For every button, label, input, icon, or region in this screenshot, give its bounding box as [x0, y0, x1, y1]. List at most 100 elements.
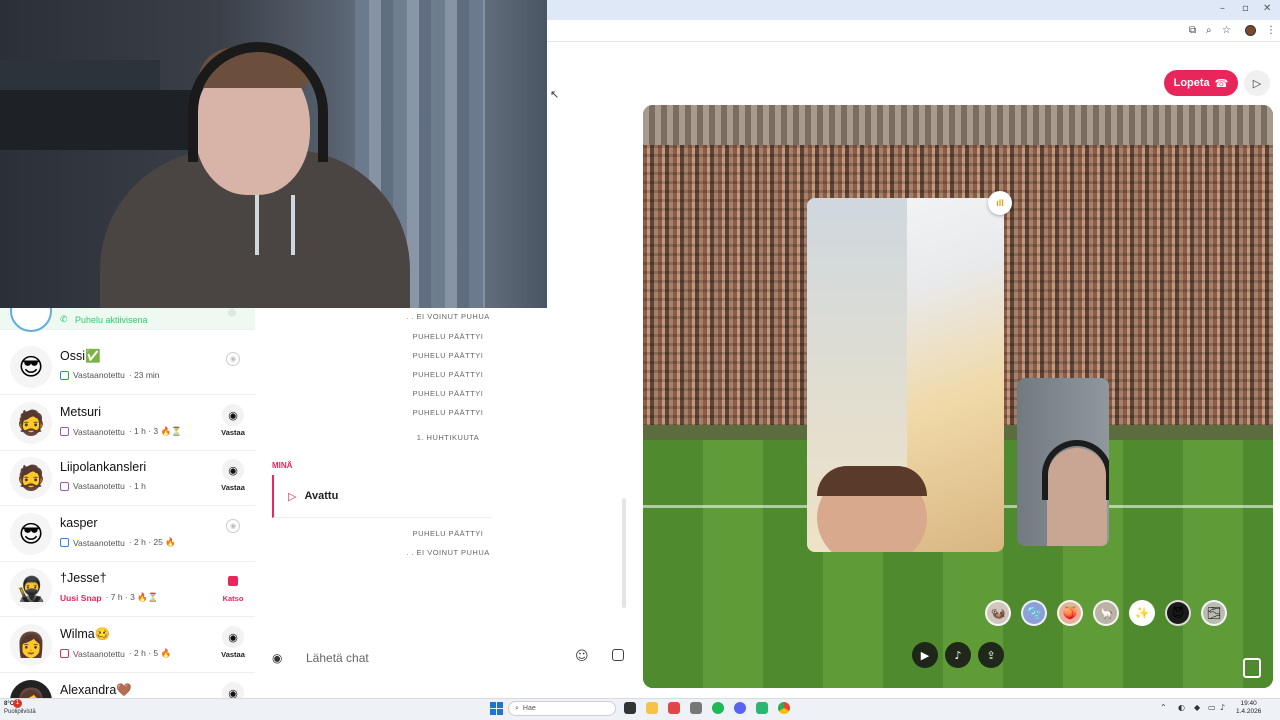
system-message: . . EI VOINUT PUHUA	[406, 548, 490, 557]
system-message: PUHELU PÄÄTTYI	[412, 332, 484, 341]
chat-name: Ossi✅	[60, 349, 101, 363]
taskbar-search[interactable]: ⌕ Hae	[508, 701, 616, 716]
chat-row-ossi[interactable]: 😎 Ossi✅ Vastaanotettu · 23 min ◉	[0, 340, 255, 395]
avatar: 👩	[10, 624, 52, 666]
chat-row-alexandra[interactable]: 👩 Alexandra🤎 ◉	[0, 674, 255, 698]
video-toggle-button[interactable]: ▶	[912, 642, 938, 668]
tray-expand-icon[interactable]: ⌃	[1160, 703, 1167, 712]
remote-video-tile[interactable]	[807, 198, 1004, 552]
system-message: PUHELU PÄÄTTYI	[412, 370, 484, 379]
system-message: . . EI VOINUT PUHUA	[406, 312, 490, 321]
reply-button[interactable]: ◉ Vastaa	[220, 626, 246, 659]
chat-status: Vastaanotettu · 23 min	[60, 370, 160, 380]
chat-row-liipolankansleri[interactable]: 🧔 Liipolankansleri Vastaanotettu · 1 h ◉…	[0, 451, 255, 506]
camera-reply-button[interactable]: ◉	[220, 348, 246, 366]
chat-row-kasper[interactable]: 😎 kasper Vastaanotettu · 2 h · 25 🔥 ◉	[0, 507, 255, 562]
system-message: PUHELU PÄÄTTYI	[412, 351, 484, 360]
tray-icon[interactable]: ◆	[1194, 703, 1200, 712]
lens-option[interactable]: 🦦	[985, 600, 1011, 626]
scrollbar[interactable]	[622, 498, 626, 608]
maximize-icon[interactable]: ▫	[1242, 3, 1249, 14]
spotify-icon[interactable]	[712, 702, 724, 714]
chat-row-metsuri[interactable]: 🧔 Metsuri Vastaanotettu · 1 h · 3 🔥⏳ ◉ V…	[0, 396, 255, 451]
chat-status: Vastaanotettu · 2 h · 5 🔥	[60, 648, 171, 659]
chat-status: Uusi Snap · 7 h · 3 🔥⏳	[60, 592, 159, 603]
volume-icon[interactable]: ♪	[1220, 703, 1225, 712]
play-button[interactable]: ▷	[1244, 70, 1270, 96]
search-placeholder: Hae	[522, 705, 536, 712]
end-call-button[interactable]: Lopeta ☎	[1164, 70, 1238, 96]
task-view-icon[interactable]	[624, 702, 636, 714]
clock-date: 1.4.2026	[1236, 708, 1262, 715]
lens-option[interactable]: 🫧	[1021, 600, 1047, 626]
view-label: Katso	[222, 594, 244, 603]
opened-label: Avattu	[304, 490, 339, 502]
emoji-icon[interactable]: ☺	[575, 649, 589, 664]
app-icon[interactable]	[668, 702, 680, 714]
sent-arrow-icon: ▷	[288, 489, 297, 503]
chat-name: kasper	[60, 516, 98, 530]
chat-name: Alexandra🤎	[60, 683, 132, 697]
clock[interactable]: 19:40 1.4.2026	[1236, 700, 1261, 716]
new-snap-icon	[228, 576, 238, 586]
lens-option[interactable]: 🍑	[1057, 600, 1083, 626]
lens-option[interactable]: 😈	[1165, 600, 1191, 626]
avatar: 👩	[10, 680, 52, 698]
share-screen-button[interactable]: ⇪	[978, 642, 1004, 668]
sender-label: MINÄ	[272, 461, 293, 470]
reply-button[interactable]: ◉ Vastaa	[220, 404, 246, 437]
camera-icon[interactable]: ◎	[228, 308, 236, 318]
camera-icon: ◉	[226, 519, 240, 533]
zoom-icon[interactable]: ⌕	[1206, 25, 1212, 36]
chat-name: Wilma🥴	[60, 627, 111, 641]
cast-icon[interactable]: ⧉	[1189, 25, 1196, 36]
chat-input[interactable]	[306, 645, 556, 671]
opened-snap-message[interactable]: ▷ Avattu	[272, 475, 492, 518]
self-video-tile[interactable]	[1017, 378, 1109, 546]
chat-name: †Jesse†	[60, 571, 107, 585]
camera-reply-button[interactable]: ◉	[220, 515, 246, 533]
chat-row-wilma[interactable]: 👩 Wilma🥴 Vastaanotettu · 2 h · 5 🔥 ◉ Vas…	[0, 618, 255, 673]
received-snap-icon	[60, 427, 69, 436]
reply-button[interactable]: ◉	[220, 682, 246, 698]
start-menu-icon[interactable]	[490, 702, 503, 715]
chrome-icon[interactable]	[778, 702, 790, 714]
lens-option[interactable]: 🌫	[1201, 600, 1227, 626]
view-snap-button[interactable]: Katso	[220, 570, 246, 603]
chat-status: Vastaanotettu · 2 h · 25 🔥	[60, 537, 176, 548]
app-icon[interactable]	[756, 702, 768, 714]
speaking-indicator-icon: ıll	[988, 191, 1012, 215]
lens-option[interactable]: ✨	[1129, 600, 1155, 626]
tray-icon[interactable]: ◐	[1178, 703, 1185, 712]
address-bar[interactable]	[547, 20, 1280, 42]
browser-menu-icon[interactable]: ⋮	[1266, 25, 1276, 36]
network-icon[interactable]: ▭	[1208, 703, 1216, 712]
search-icon: ⌕	[515, 704, 519, 712]
mic-toggle-button[interactable]: ♪	[945, 642, 971, 668]
sticker-icon[interactable]	[612, 649, 624, 661]
file-explorer-icon[interactable]	[646, 702, 658, 714]
received-chat-icon	[60, 538, 69, 547]
active-call-row[interactable]: ✆ Puhelu aktiivisena ◎	[0, 308, 255, 332]
flip-camera-icon[interactable]	[1243, 658, 1261, 678]
chat-composer: ◉ ☺	[272, 645, 627, 671]
notification-badge: 1	[13, 699, 22, 708]
profile-avatar[interactable]	[1245, 25, 1256, 36]
camera-icon[interactable]: ◉	[272, 651, 282, 665]
lens-option[interactable]: 🦙	[1093, 600, 1119, 626]
chat-name: Liipolankansleri	[60, 460, 147, 474]
reply-button[interactable]: ◉ Vastaa	[220, 459, 246, 492]
chat-status: Vastaanotettu · 1 h	[60, 481, 146, 491]
app-icon[interactable]	[690, 702, 702, 714]
bookmark-star-icon[interactable]: ☆	[1222, 25, 1231, 36]
taskbar	[0, 698, 1280, 720]
avatar: 🧔	[10, 402, 52, 444]
minimize-icon[interactable]: –	[1220, 3, 1225, 14]
close-icon[interactable]: ✕	[1263, 3, 1271, 14]
discord-icon[interactable]	[734, 702, 746, 714]
chat-conversation: . . EI VOINUT PUHUA PUHELU PÄÄTTYI PUHEL…	[262, 308, 634, 688]
received-snap-icon	[60, 649, 69, 658]
chat-row-jesse[interactable]: 🥷 †Jesse† Uusi Snap · 7 h · 3 🔥⏳ Katso	[0, 562, 255, 617]
reply-label: Vastaa	[221, 650, 245, 659]
received-snap-icon	[60, 481, 69, 491]
